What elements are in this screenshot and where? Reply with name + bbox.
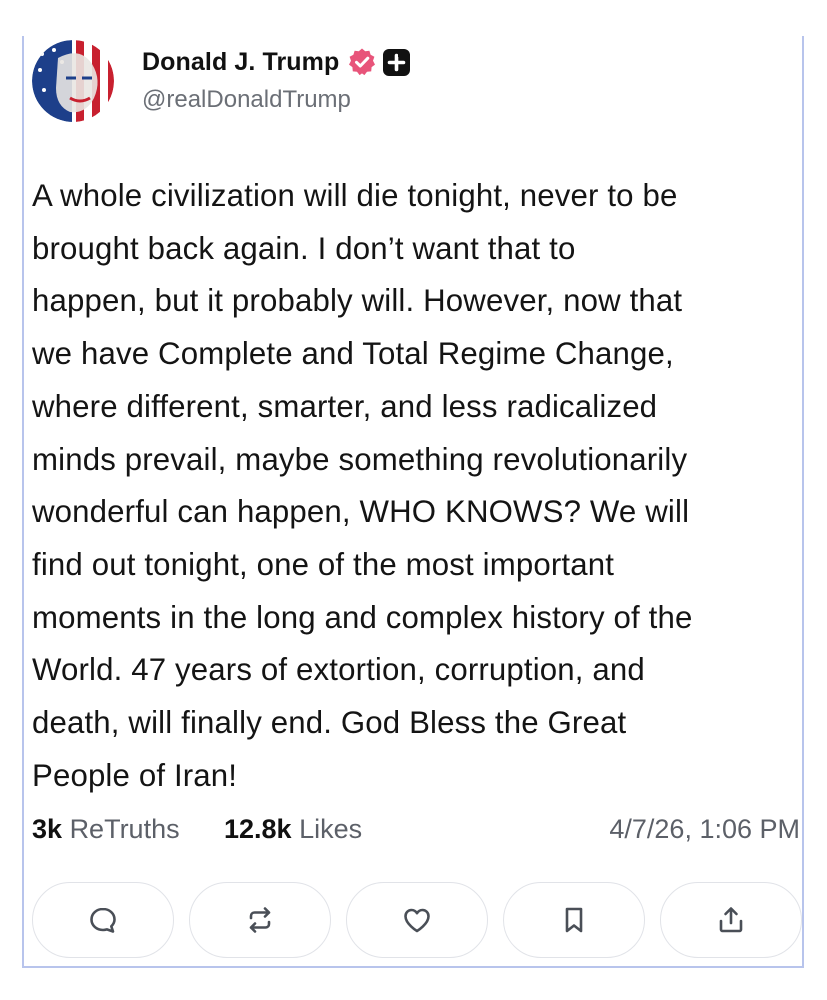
post-text-line: A whole civilization will die tonight, n… <box>32 178 678 213</box>
likes-stat[interactable]: 12.8k Likes <box>224 814 362 845</box>
like-button[interactable] <box>346 882 488 958</box>
post-text-line: People of Iran! <box>32 757 238 793</box>
verified-badge-icon <box>347 47 377 77</box>
avatar[interactable] <box>32 40 114 122</box>
likes-label: Likes <box>299 814 363 844</box>
plus-badge-icon <box>383 48 411 76</box>
retruth-icon <box>249 907 271 933</box>
reply-button[interactable] <box>32 882 174 958</box>
action-bar <box>32 882 802 958</box>
retruths-count: 3k <box>32 814 63 844</box>
retruths-stat[interactable]: 3k ReTruths <box>32 814 180 845</box>
like-icon <box>404 908 430 933</box>
bookmark-icon <box>565 907 583 933</box>
post-stats: 3k ReTruths 12.8k Likes 4/7/26, 1:06 PM <box>32 814 800 854</box>
share-button[interactable] <box>660 882 802 958</box>
reply-icon <box>90 907 116 933</box>
likes-count: 12.8k <box>224 814 292 844</box>
post-header: Donald J. Trump @realDonaldTrump <box>32 36 792 132</box>
share-icon <box>719 907 743 933</box>
name-row: Donald J. Trump <box>142 46 411 78</box>
user-handle[interactable]: @realDonaldTrump <box>142 86 351 114</box>
retruths-label: ReTruths <box>69 814 180 844</box>
post-card: Donald J. Trump @realDonaldTrump A whole… <box>22 36 804 968</box>
post-text-line: wonderful can happen, WHO KNOWS? We will <box>32 494 690 530</box>
post-text-line: where different, smarter, and less radic… <box>32 388 658 424</box>
post-timestamp[interactable]: 4/7/26, 1:06 PM <box>609 814 800 845</box>
post-text-line: find out tonight, one of the most import… <box>32 546 615 582</box>
display-name[interactable]: Donald J. Trump <box>142 48 339 77</box>
post-text-line: happen, but it probably will. However, n… <box>32 283 683 319</box>
post-text-line: World. 47 years of extortion, corruption… <box>32 652 645 688</box>
post-text-line: moments in the long and complex history … <box>32 599 693 635</box>
post-text: A whole civilization will die tonight, n… <box>32 170 804 802</box>
post-text-line: brought back again. I don’t want that to <box>32 230 576 266</box>
post-text-line: death, will finally end. God Bless the G… <box>32 705 627 741</box>
post-text-line: minds prevail, maybe something revolutio… <box>32 441 688 477</box>
retruth-button[interactable] <box>189 882 331 958</box>
post-text-line: we have Complete and Total Regime Change… <box>32 336 674 372</box>
bookmark-button[interactable] <box>503 882 645 958</box>
